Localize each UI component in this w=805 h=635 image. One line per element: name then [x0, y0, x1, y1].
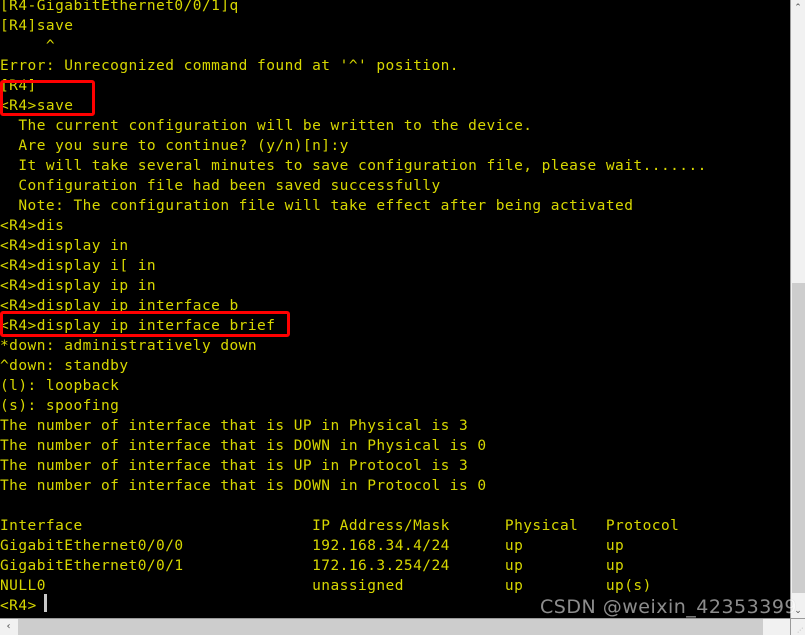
resize-grip-dots-icon: ⋰ — [797, 627, 803, 634]
terminal-window: [R4-GigabitEthernet0/0/1]q [R4]save ^ Er… — [0, 0, 805, 635]
terminal-line: <R4>display ip interface brief — [0, 318, 276, 334]
terminal-table-row: GigabitEthernet0/0/0 192.168.34.4/24 up … — [0, 538, 625, 554]
terminal-line: It will take several minutes to save con… — [0, 158, 707, 174]
terminal-line: [R4] — [0, 78, 37, 94]
terminal-table-header: Interface IP Address/Mask Physical Proto… — [0, 518, 680, 534]
terminal-line: <R4>dis — [0, 218, 65, 234]
terminal-line: <R4>display ip interface b — [0, 298, 239, 314]
terminal-output-area[interactable]: [R4-GigabitEthernet0/0/1]q [R4]save ^ Er… — [0, 0, 790, 612]
terminal-line: The number of interface that is UP in Ph… — [0, 418, 469, 434]
horizontal-scrollbar[interactable]: ‹ — [0, 618, 790, 635]
scroll-up-icon[interactable]: ⌃ — [791, 0, 805, 17]
terminal-line: (l): loopback — [0, 378, 120, 394]
scroll-left-icon[interactable]: ‹ — [0, 619, 17, 635]
terminal-line: The number of interface that is DOWN in … — [0, 438, 487, 454]
terminal-line: ^ — [0, 38, 56, 54]
terminal-line: Are you sure to continue? (y/n)[n]:y — [0, 138, 349, 154]
terminal-line: (s): spoofing — [0, 398, 120, 414]
terminal-line: <R4>save — [0, 98, 74, 114]
resize-grip[interactable]: ⋰ — [790, 618, 805, 635]
terminal-line: [R4]save — [0, 18, 74, 34]
terminal-line: Error: Unrecognized command found at '^'… — [0, 58, 459, 74]
terminal-line: Configuration file had been saved succes… — [0, 178, 441, 194]
terminal-line: ^down: standby — [0, 358, 129, 374]
terminal-line: <R4>display ip in — [0, 278, 157, 294]
vertical-scrollbar[interactable]: ⌃ ⌄ — [790, 0, 805, 620]
terminal-line: The number of interface that is DOWN in … — [0, 478, 487, 494]
terminal-line: [R4-GigabitEthernet0/0/1]q — [0, 0, 239, 14]
terminal-table-row: GigabitEthernet0/0/1 172.16.3.254/24 up … — [0, 558, 625, 574]
terminal-line: The current configuration will be writte… — [0, 118, 533, 134]
terminal-line: The number of interface that is UP in Pr… — [0, 458, 469, 474]
terminal-line: Note: The configuration file will take e… — [0, 198, 634, 214]
terminal-prompt-line: <R4> — [0, 598, 37, 612]
text-cursor — [44, 594, 47, 612]
terminal-table-row: NULL0 unassigned up up(s) — [0, 578, 652, 594]
terminal-line: <R4>display i[ in — [0, 258, 157, 274]
horizontal-scrollbar-thumb[interactable] — [18, 619, 763, 635]
terminal-line: *down: administratively down — [0, 338, 258, 354]
terminal-line: <R4>display in — [0, 238, 129, 254]
vertical-scrollbar-thumb[interactable] — [792, 283, 805, 593]
